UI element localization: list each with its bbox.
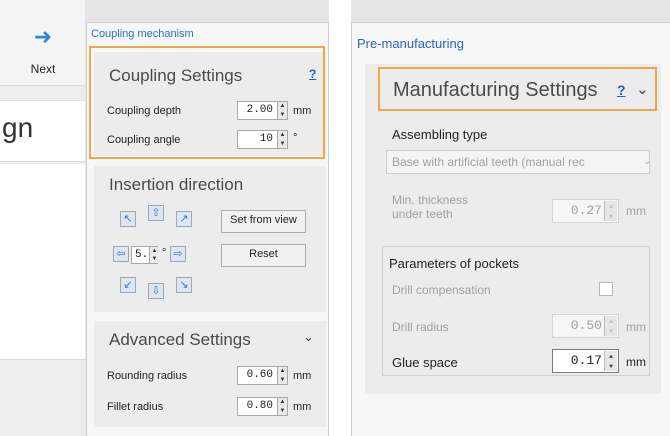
min-thickness-label: Min. thickness: [392, 193, 469, 207]
unit-label: °: [162, 247, 167, 259]
panel-title: Pre-manufacturing: [357, 36, 464, 51]
separator: [329, 0, 351, 436]
unit-label: mm: [626, 204, 646, 218]
help-link[interactable]: ?: [617, 82, 626, 98]
arrow-right-icon[interactable]: ➜: [32, 26, 54, 48]
unit-label: mm: [293, 370, 312, 382]
next-button-label[interactable]: Next: [14, 62, 72, 76]
section-title: Insertion direction: [109, 175, 244, 194]
set-from-view-button[interactable]: Set from view: [221, 210, 306, 233]
unit-label: mm: [293, 401, 312, 413]
step-angle-stepper[interactable]: ▲ ▼: [149, 247, 159, 263]
arrow-down-left-icon[interactable]: ↙: [120, 277, 136, 293]
min-thickness-label-line2: under teeth: [392, 207, 453, 221]
glue-space-field[interactable]: 0.17 ▲ ▼: [552, 349, 619, 373]
drill-compensation-checkbox[interactable]: [599, 282, 613, 296]
drill-radius-label: Drill radius: [392, 320, 449, 334]
coupling-depth-label: Coupling depth: [107, 105, 182, 117]
coupling-depth-stepper[interactable]: ▲ ▼: [277, 102, 287, 119]
assembling-type-select[interactable]: Base with artificial teeth (manual rec: [386, 150, 650, 174]
rounding-radius-label: Rounding radius: [107, 370, 188, 382]
arrow-up-right-icon[interactable]: ↗: [176, 211, 192, 227]
arrow-down-icon[interactable]: ⇩: [148, 283, 164, 299]
drill-radius-stepper[interactable]: ▲ ▼: [604, 316, 617, 336]
glue-space-label: Glue space: [392, 355, 458, 370]
coupling-angle-stepper[interactable]: ▲ ▼: [277, 131, 287, 148]
arrow-down-right-icon[interactable]: ↘: [176, 277, 192, 293]
min-thickness-stepper[interactable]: ▲ ▼: [604, 201, 617, 221]
partial-heading: gn: [2, 112, 34, 143]
arrow-right-icon[interactable]: ⇨: [170, 246, 186, 262]
panel-title: Coupling mechanism: [91, 28, 194, 40]
chevron-down-icon[interactable]: ⌄: [636, 80, 649, 98]
section-title: Advanced Settings: [109, 330, 251, 349]
unit-label: mm: [626, 355, 646, 369]
rounding-radius-stepper[interactable]: ▲ ▼: [277, 367, 287, 384]
assembling-type-label: Assembling type: [392, 127, 488, 142]
pockets-label: Parameters of pockets: [389, 256, 520, 271]
unit-label: mm: [293, 105, 312, 117]
section-title: Manufacturing Settings: [393, 79, 598, 101]
coupling-angle-label: Coupling angle: [107, 134, 181, 146]
drill-compensation-label: Drill compensation: [392, 283, 491, 297]
section-title: Coupling Settings: [109, 66, 243, 85]
unit-label: °: [293, 132, 298, 144]
arrow-up-icon[interactable]: ⇧: [148, 205, 164, 221]
arrow-left-icon[interactable]: ⇦: [113, 246, 129, 262]
left-content-area: [0, 164, 85, 360]
help-link[interactable]: ?: [309, 67, 316, 81]
fillet-radius-label: Fillet radius: [107, 401, 164, 413]
unit-label: mm: [626, 320, 646, 334]
drill-radius-field[interactable]: 0.50 ▲ ▼: [552, 314, 619, 338]
min-thickness-field[interactable]: 0.27 ▲ ▼: [552, 199, 619, 223]
fillet-radius-stepper[interactable]: ▲ ▼: [277, 398, 287, 415]
chevron-down-icon: ⌄: [643, 156, 652, 167]
reset-button[interactable]: Reset: [221, 244, 306, 267]
arrow-up-left-icon[interactable]: ↖: [120, 211, 136, 227]
chevron-down-icon[interactable]: ⌄: [303, 329, 314, 345]
glue-space-stepper[interactable]: ▲ ▼: [604, 351, 617, 371]
